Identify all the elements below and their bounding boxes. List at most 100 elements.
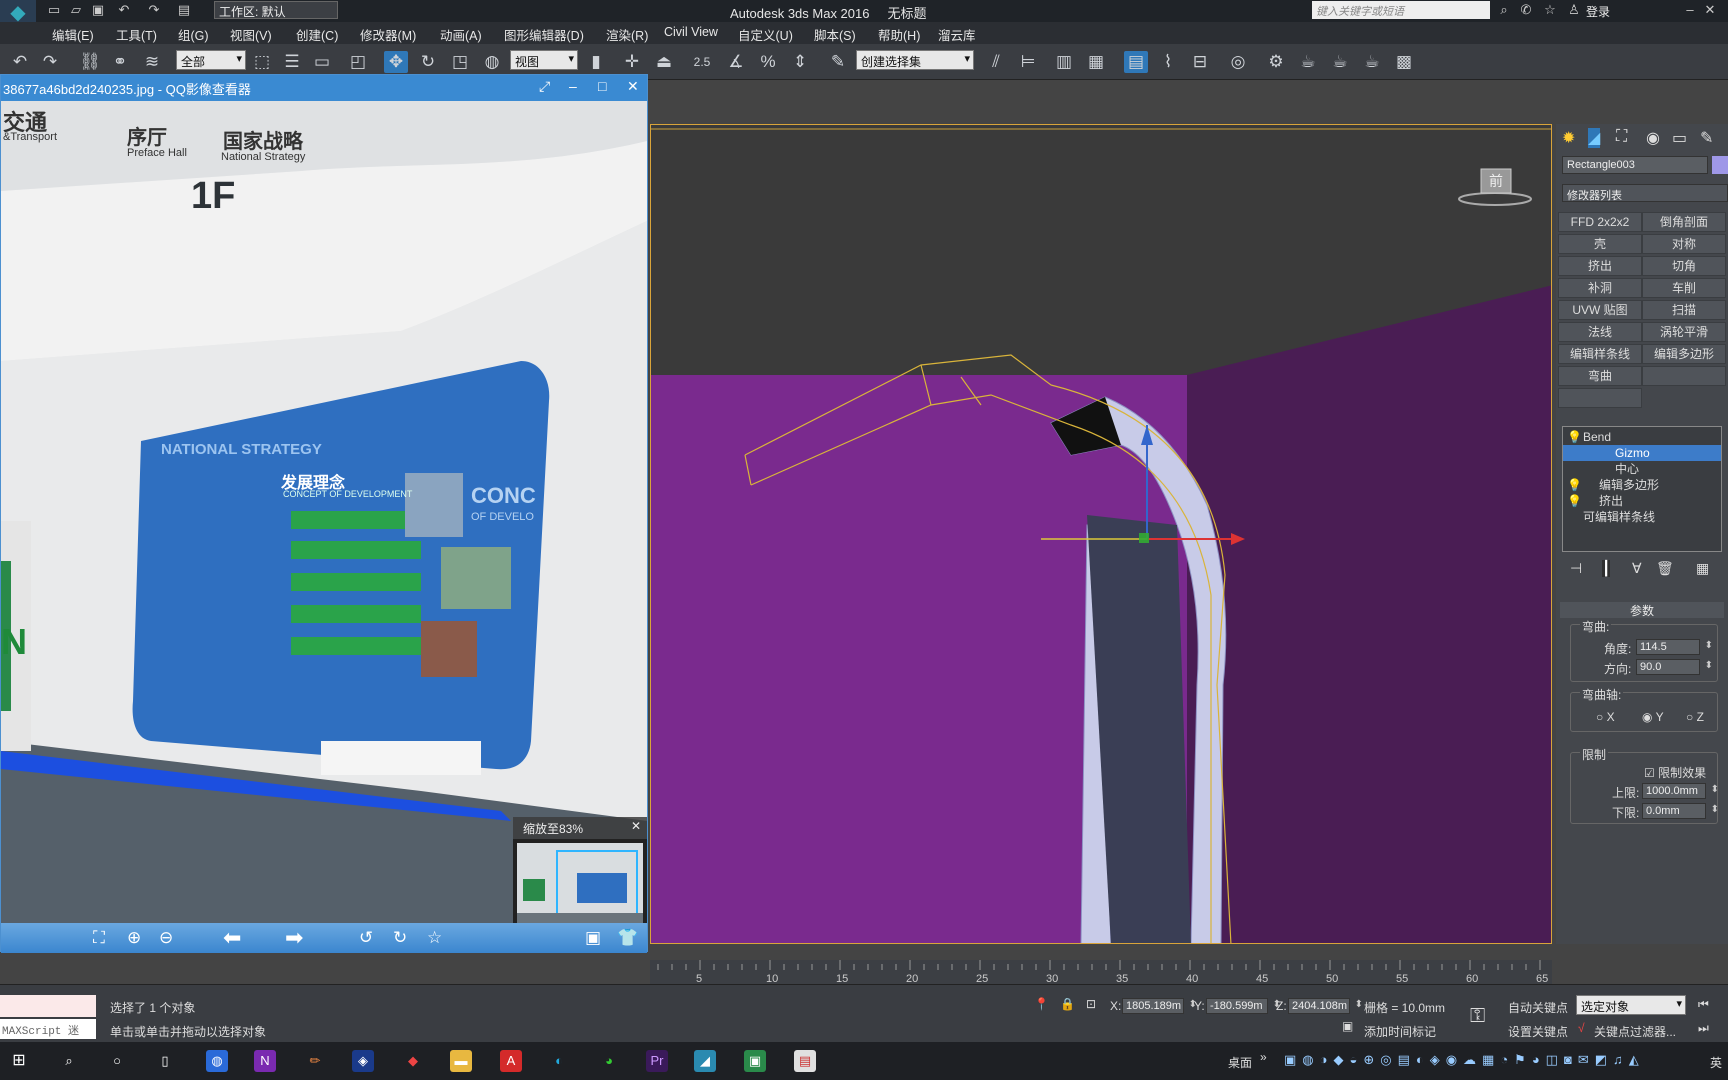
new-file-icon[interactable]: ▭ bbox=[46, 2, 62, 18]
viewer-minimize-icon[interactable]: – bbox=[569, 78, 577, 94]
modifier-button-bend[interactable]: 弯曲 bbox=[1558, 366, 1642, 386]
search-input[interactable]: 键入关键字或短语 bbox=[1312, 1, 1490, 19]
cortana-icon[interactable]: ○ bbox=[106, 1050, 128, 1072]
modifier-button-chamfer[interactable]: 切角 bbox=[1642, 256, 1726, 276]
redo-icon[interactable]: ↷ bbox=[146, 2, 162, 18]
scale-icon[interactable]: ◳ bbox=[448, 51, 472, 73]
rotate-icon[interactable]: ↻ bbox=[416, 51, 440, 73]
create-tab-icon[interactable]: ✹ bbox=[1562, 128, 1575, 148]
auto-key-button[interactable]: 自动关键点 bbox=[1508, 999, 1568, 1016]
start-windows-icon[interactable]: ⊞ bbox=[8, 1050, 30, 1072]
move-icon[interactable]: ✥ bbox=[384, 51, 408, 73]
render-setup-icon[interactable]: ⚙ bbox=[1264, 51, 1288, 73]
menu-scripting[interactable]: 脚本(S) bbox=[814, 25, 856, 44]
stack-item-center[interactable]: 中心 bbox=[1563, 461, 1721, 477]
select-object-icon[interactable]: ⬚ bbox=[250, 51, 274, 73]
rect-selection-icon[interactable]: ▭ bbox=[310, 51, 334, 73]
time-slider-track[interactable]: 5 10 15 20 25 30 35 40 45 50 55 60 65 bbox=[650, 960, 1552, 985]
goto-start-icon[interactable]: ⏮ bbox=[1698, 997, 1709, 1012]
next-image-icon[interactable]: ➡ bbox=[285, 925, 303, 951]
layer-manager-icon[interactable]: ▥ bbox=[1052, 51, 1076, 73]
x-coordinate-field[interactable]: 1805.189m bbox=[1122, 998, 1197, 1014]
rotate-left-icon[interactable]: ↺ bbox=[359, 928, 373, 948]
undo-icon[interactable]: ↶ bbox=[116, 2, 132, 18]
upper-limit-spinner[interactable]: 1000.0mm bbox=[1642, 783, 1719, 799]
limit-effect-checkbox[interactable]: ☑ 限制效果 bbox=[1644, 764, 1706, 781]
menu-help[interactable]: 帮助(H) bbox=[878, 25, 920, 44]
display-tab-icon[interactable]: ▭ bbox=[1672, 128, 1687, 148]
utilities-tab-icon[interactable]: ✎ bbox=[1700, 128, 1713, 148]
minimize-icon[interactable]: – bbox=[1682, 2, 1698, 18]
direction-spinner[interactable]: 90.0 bbox=[1636, 659, 1713, 675]
navigator-thumbnail[interactable] bbox=[513, 839, 647, 923]
modifier-button-sweep[interactable]: 扫描 bbox=[1642, 300, 1726, 320]
file-explorer-icon[interactable]: ▬ bbox=[450, 1050, 472, 1072]
percent-snap-icon[interactable]: % bbox=[756, 51, 780, 73]
modify-tab-icon[interactable]: ◢ bbox=[1588, 128, 1601, 148]
app-icon-1[interactable]: ◈ bbox=[352, 1050, 374, 1072]
snap-toggle-icon[interactable]: 2.5 bbox=[690, 51, 714, 73]
hierarchy-tab-icon[interactable]: ⛶ bbox=[1616, 128, 1627, 146]
select-by-name-icon[interactable]: ☰ bbox=[280, 51, 304, 73]
wechat-icon[interactable]: ◕ bbox=[598, 1050, 620, 1072]
edit-named-sets-icon[interactable]: ✎ bbox=[826, 51, 850, 73]
selection-filter-dropdown[interactable]: 全部 bbox=[176, 50, 246, 70]
qq-browser-icon[interactable]: ◐ bbox=[548, 1050, 570, 1072]
bulb-icon[interactable]: 💡 bbox=[1567, 477, 1582, 493]
menu-tools[interactable]: 工具(T) bbox=[116, 25, 157, 44]
bulb-icon[interactable]: 💡 bbox=[1567, 429, 1582, 445]
angle-spinner[interactable]: 114.5 bbox=[1636, 639, 1713, 655]
key-icon[interactable]: ⚿ bbox=[1470, 1005, 1485, 1028]
viewcube-label[interactable]: 前 bbox=[1489, 171, 1503, 191]
stack-item-bend[interactable]: 💡 Bend bbox=[1563, 429, 1721, 445]
pin-stack-icon[interactable]: ⊣ bbox=[1570, 560, 1582, 577]
modifier-button-symmetry[interactable]: 对称 bbox=[1642, 234, 1726, 254]
modifier-button-turbosmooth[interactable]: 涡轮平滑 bbox=[1642, 322, 1726, 342]
zoom-out-icon[interactable]: ⊖ bbox=[159, 928, 173, 948]
project-folder-icon[interactable]: ▤ bbox=[176, 2, 192, 18]
menu-modifiers[interactable]: 修改器(M) bbox=[360, 25, 416, 44]
user-icon[interactable]: ♙ bbox=[1566, 2, 1582, 18]
axis-y-radio[interactable]: ◉ Y bbox=[1642, 710, 1664, 724]
set-key-button[interactable]: 设置关键点 bbox=[1508, 1023, 1568, 1040]
app-pen-icon[interactable]: ✏ bbox=[304, 1050, 326, 1072]
axis-x-radio[interactable]: ○ X bbox=[1596, 710, 1615, 724]
zoom-popup-close-icon[interactable]: ✕ bbox=[631, 819, 641, 833]
render-in-cloud-icon[interactable]: ▩ bbox=[1392, 51, 1416, 73]
app-icon-4[interactable]: ▤ bbox=[794, 1050, 816, 1072]
absolute-mode-icon[interactable]: ⊡ bbox=[1086, 997, 1096, 1011]
search-icon[interactable]: ⌕ bbox=[58, 1050, 80, 1072]
rotate-right-icon[interactable]: ↻ bbox=[393, 928, 407, 948]
modifier-button-edit-poly[interactable]: 编辑多边形 bbox=[1642, 344, 1726, 364]
autocad-icon[interactable]: A bbox=[500, 1050, 522, 1072]
time-tag-icon[interactable]: ▣ bbox=[1342, 1019, 1353, 1033]
workspace-dropdown[interactable]: 工作区: 默认 bbox=[214, 1, 338, 19]
z-coordinate-field[interactable]: 2404.108m bbox=[1288, 998, 1363, 1014]
bulb-icon[interactable]: 💡 bbox=[1567, 493, 1582, 509]
modifier-button-normal[interactable]: 法线 bbox=[1558, 322, 1642, 342]
y-coordinate-field[interactable]: -180.599m bbox=[1206, 998, 1281, 1014]
configure-sets-icon[interactable]: ▦ bbox=[1696, 560, 1709, 577]
goto-end-icon[interactable]: ⏭ bbox=[1698, 1021, 1709, 1036]
modifier-button-shell[interactable]: 壳 bbox=[1558, 234, 1642, 254]
redo-icon[interactable]: ↷ bbox=[38, 51, 62, 73]
object-color-swatch[interactable] bbox=[1712, 156, 1728, 174]
modifier-button-cap-holes[interactable]: 补洞 bbox=[1558, 278, 1642, 298]
favorite-icon[interactable]: ☆ bbox=[427, 928, 442, 948]
scene-explorer-icon[interactable]: ▦ bbox=[1084, 51, 1108, 73]
motion-tab-icon[interactable]: ◉ bbox=[1646, 128, 1660, 148]
selection-lock-icon[interactable]: 🔒 bbox=[1060, 997, 1075, 1011]
fullscreen-icon[interactable]: ⤢ bbox=[539, 78, 550, 95]
render-iterative-icon[interactable]: ☕ bbox=[1360, 51, 1384, 73]
front-viewport[interactable]: 前 bbox=[650, 124, 1552, 944]
key-filters-button[interactable]: 关键点过滤器... bbox=[1594, 1023, 1676, 1040]
bind-spacewarp-icon[interactable]: ≋ bbox=[140, 51, 164, 73]
link-icon[interactable]: ⛓ bbox=[78, 51, 102, 73]
undo-icon[interactable]: ↶ bbox=[8, 51, 32, 73]
angle-snap-icon[interactable]: ∡ bbox=[724, 51, 748, 73]
modifier-button-bevel-profile[interactable]: 倒角剖面 bbox=[1642, 212, 1726, 232]
modifier-button-edit-spline[interactable]: 编辑样条线 bbox=[1558, 344, 1642, 364]
modifier-list-dropdown[interactable]: 修改器列表 bbox=[1562, 184, 1728, 202]
input-language[interactable]: 英 bbox=[1710, 1054, 1722, 1071]
open-file-icon[interactable]: ▱ bbox=[68, 2, 84, 18]
